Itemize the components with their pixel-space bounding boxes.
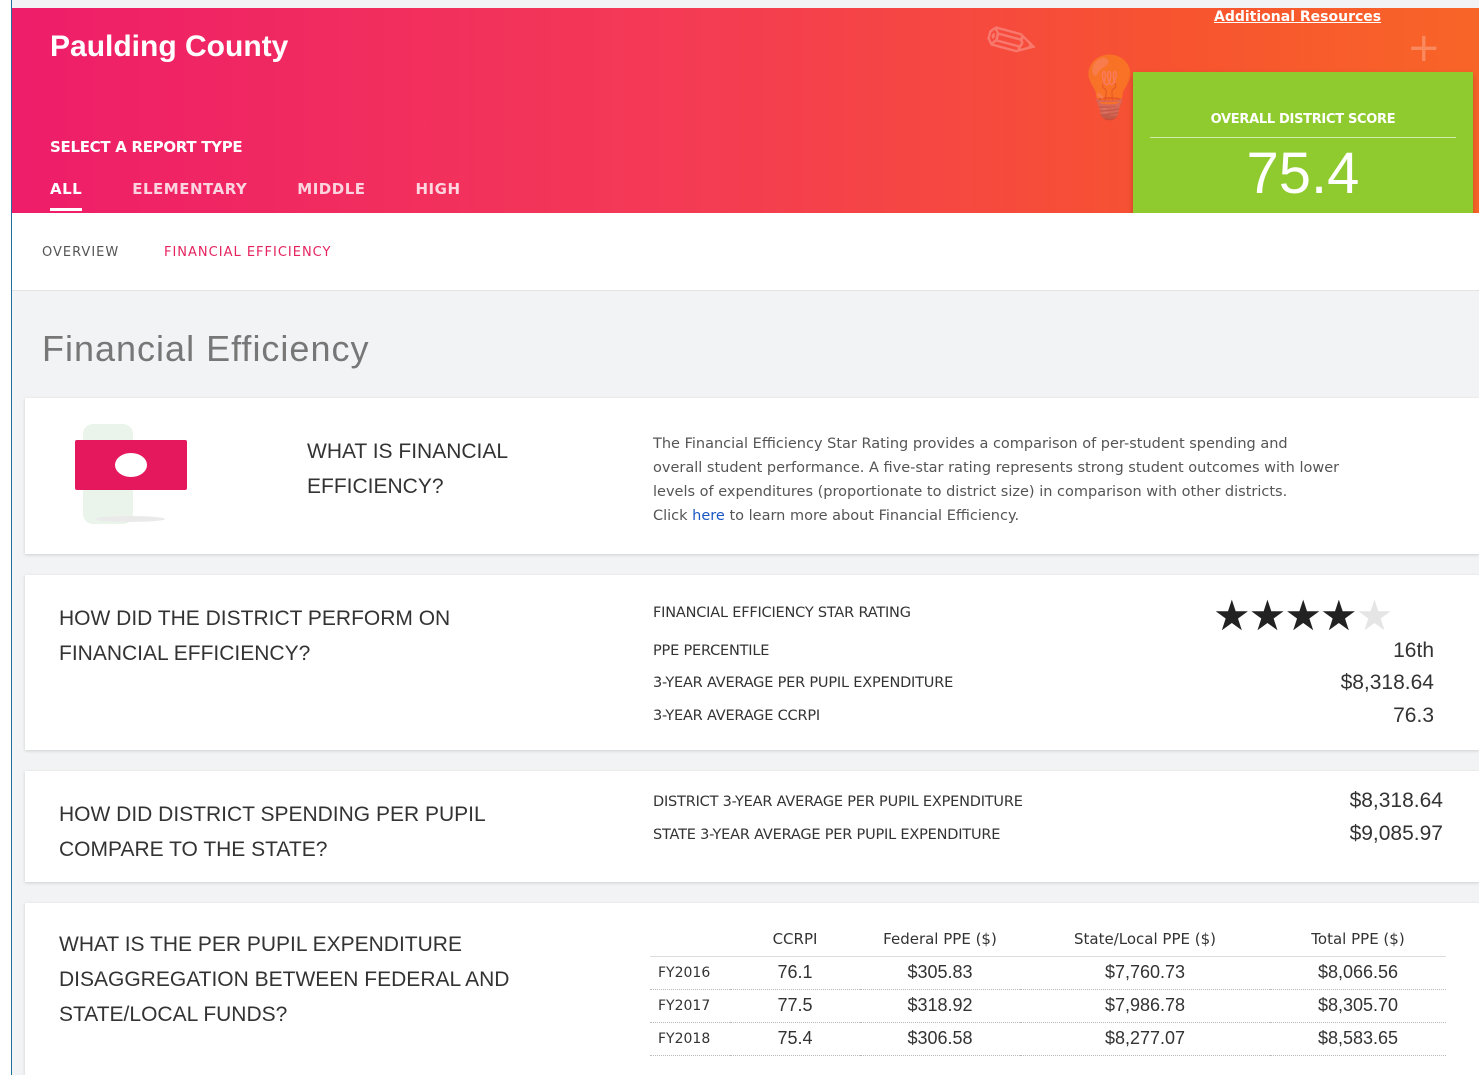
table-cell: $7,760.73 xyxy=(1020,956,1270,990)
table-cell: $318.92 xyxy=(860,989,1020,1023)
table-cell: $8,277.07 xyxy=(1020,1022,1270,1056)
table-header-row: CCRPI Federal PPE ($) State/Local PPE ($… xyxy=(650,923,1446,957)
avg-ppe-label: 3-YEAR AVERAGE PER PUPIL EXPENDITURE xyxy=(653,675,954,691)
table-cell: $8,305.70 xyxy=(1270,989,1446,1023)
star-filled-icon: ★ xyxy=(1248,591,1287,640)
perform-question: HOW DID THE DISTRICT PERFORM ON FINANCIA… xyxy=(59,607,451,665)
perform-card: HOW DID THE DISTRICT PERFORM ON FINANCIA… xyxy=(25,575,1479,750)
column-header: CCRPI xyxy=(730,923,860,957)
tab-all[interactable]: ALL xyxy=(50,180,83,211)
column-header: State/Local PPE ($) xyxy=(1020,923,1270,957)
additional-resources-link[interactable]: Additional Resources xyxy=(1214,9,1381,25)
sub-navigation: OVERVIEW FINANCIAL EFFICIENCY xyxy=(12,213,1479,291)
state-ppe-label: STATE 3-YEAR AVERAGE PER PUPIL EXPENDITU… xyxy=(653,827,1001,843)
district-ppe-value: $8,318.64 xyxy=(1349,789,1443,812)
tab-middle[interactable]: MIDDLE xyxy=(297,180,365,211)
avg-ccrpi-value: 76.3 xyxy=(1393,704,1434,727)
star-empty-icon: ★ xyxy=(1355,591,1394,640)
report-type-label: SELECT A REPORT TYPE xyxy=(50,138,243,156)
table-cell: $305.83 xyxy=(860,956,1020,990)
table-cell: $8,066.56 xyxy=(1270,956,1446,990)
star-filled-icon: ★ xyxy=(1284,591,1322,640)
avg-ppe-value: $8,318.64 xyxy=(1340,671,1434,694)
report-type-tabs: ALL ELEMENTARY MIDDLE HIGH xyxy=(50,180,511,211)
plus-icon: + xyxy=(1407,25,1441,71)
state-ppe-value: $9,085.97 xyxy=(1349,822,1443,845)
table-cell: FY2016 xyxy=(650,956,730,990)
ppe-table: CCRPI Federal PPE ($) State/Local PPE ($… xyxy=(650,923,1446,1056)
here-link[interactable]: here xyxy=(692,508,725,524)
column-header xyxy=(650,923,730,957)
star-rating: ★★★★★ xyxy=(1213,591,1394,640)
disaggregation-question: WHAT IS THE PER PUPIL EXPENDITURE DISAGG… xyxy=(59,933,510,1026)
table-row: FY2017 77.5 $318.92 $7,986.78 $8,305.70 xyxy=(650,989,1446,1023)
avg-ccrpi-label: 3-YEAR AVERAGE CCRPI xyxy=(653,708,820,724)
ppe-percentile-label: PPE PERCENTILE xyxy=(653,643,770,659)
what-is-description: The Financial Efficiency Star Rating pro… xyxy=(653,436,1340,524)
disaggregation-card: WHAT IS THE PER PUPIL EXPENDITURE DISAGG… xyxy=(25,903,1479,1075)
score-value: 75.4 xyxy=(1246,141,1360,206)
money-icon xyxy=(75,440,187,490)
subnav-financial-efficiency[interactable]: FINANCIAL EFFICIENCY xyxy=(164,245,331,260)
table-cell: 75.4 xyxy=(730,1022,860,1056)
table-cell: $7,986.78 xyxy=(1020,989,1270,1023)
tab-elementary[interactable]: ELEMENTARY xyxy=(132,180,247,211)
page-title: Financial Efficiency xyxy=(42,328,370,369)
what-is-card: WHAT IS FINANCIAL EFFICIENCY? The Financ… xyxy=(25,398,1479,554)
table-row: FY2018 75.4 $306.58 $8,277.07 $8,583.65 xyxy=(650,1022,1446,1056)
star-rating-label: FINANCIAL EFFICIENCY STAR RATING xyxy=(653,605,911,621)
score-divider xyxy=(1150,137,1456,138)
table-cell: 76.1 xyxy=(730,956,860,990)
what-is-question: WHAT IS FINANCIAL EFFICIENCY? xyxy=(307,440,509,498)
column-header: Total PPE ($) xyxy=(1270,923,1446,957)
column-header: Federal PPE ($) xyxy=(860,923,1020,957)
compare-question: HOW DID DISTRICT SPENDING PER PUPIL COMP… xyxy=(59,803,486,861)
compare-card: HOW DID DISTRICT SPENDING PER PUPIL COMP… xyxy=(25,771,1479,882)
subnav-overview[interactable]: OVERVIEW xyxy=(42,245,119,260)
money-icon-shadow xyxy=(95,516,165,522)
table-cell: FY2018 xyxy=(650,1022,730,1056)
county-title: Paulding County xyxy=(50,30,289,63)
table-row: FY2016 76.1 $305.83 $7,760.73 $8,066.56 xyxy=(650,956,1446,990)
overall-score-box: OVERALL DISTRICT SCORE 75.4 xyxy=(1133,72,1473,230)
table-cell: $306.58 xyxy=(860,1022,1020,1056)
pencil-icon: ✎ xyxy=(972,8,1052,86)
left-edge xyxy=(0,0,12,1075)
score-label: OVERALL DISTRICT SCORE xyxy=(1210,112,1396,127)
star-filled-icon: ★ xyxy=(1213,591,1251,640)
table-cell: 77.5 xyxy=(730,989,860,1023)
tab-high[interactable]: HIGH xyxy=(416,180,461,211)
ppe-percentile-value: 16th xyxy=(1393,639,1434,662)
table-cell: $8,583.65 xyxy=(1270,1022,1446,1056)
district-ppe-label: DISTRICT 3-YEAR AVERAGE PER PUPIL EXPEND… xyxy=(653,794,1023,810)
star-filled-icon: ★ xyxy=(1319,591,1358,640)
table-cell: FY2017 xyxy=(650,989,730,1023)
